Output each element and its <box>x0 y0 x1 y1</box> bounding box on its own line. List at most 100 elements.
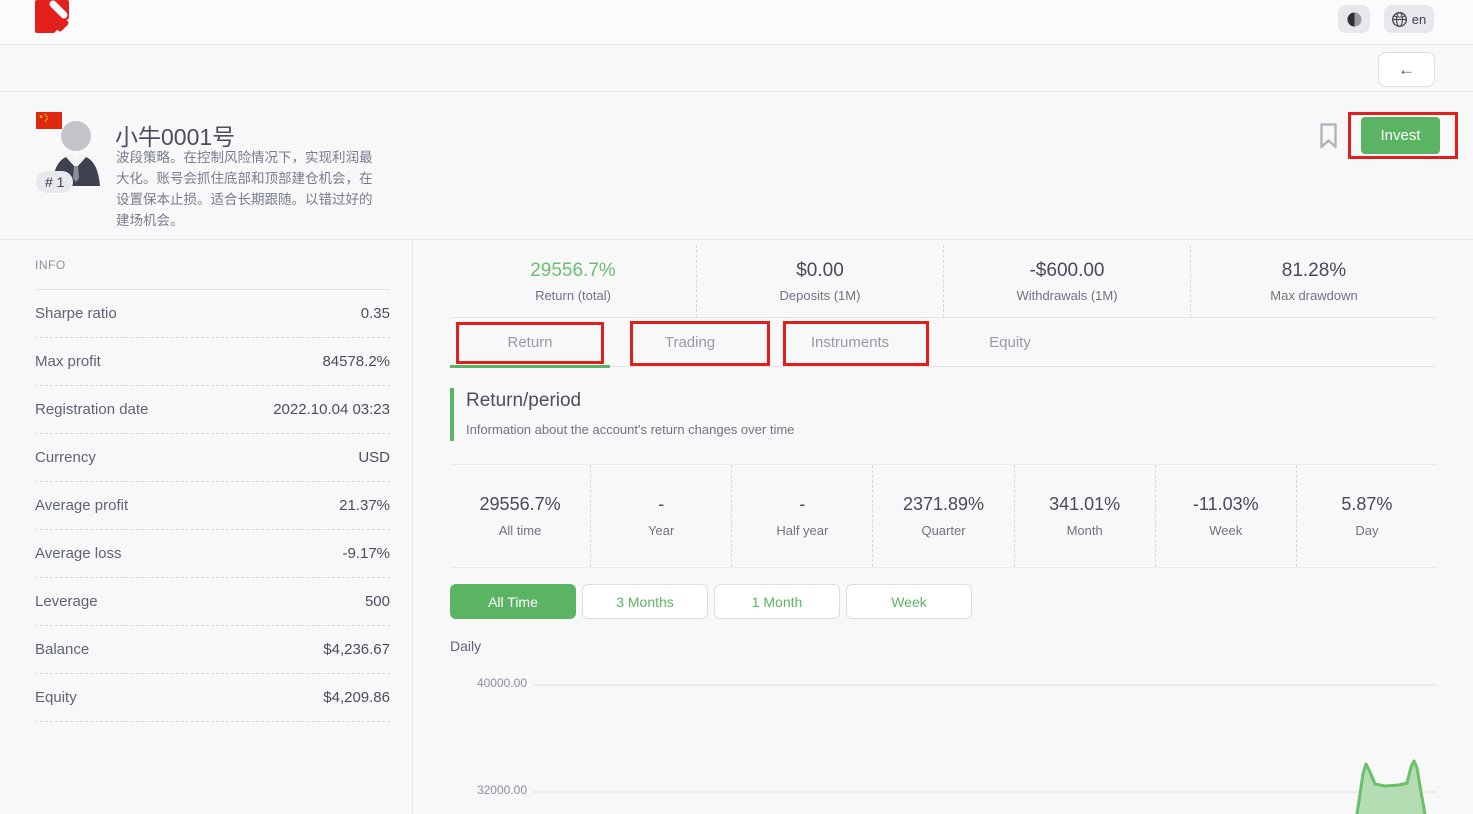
period-all-time: 29556.7% All time <box>450 465 590 567</box>
theme-contrast-icon <box>1347 12 1362 27</box>
period-label: Month <box>1067 523 1103 538</box>
period-value: 2371.89% <box>903 494 984 515</box>
period-quarter: 2371.89% Quarter <box>872 465 1013 567</box>
section-subtitle: Information about the account's return c… <box>466 422 794 437</box>
tab-instruments-annotation <box>783 321 929 366</box>
info-panel: INFO Sharpe ratio 0.35 Max profit 84578.… <box>0 240 413 814</box>
stat-value: -$600.00 <box>1029 260 1104 282</box>
bookmark-icon[interactable] <box>1319 123 1338 149</box>
tab-return-annotation <box>456 322 604 364</box>
period-label: Year <box>648 523 674 538</box>
gridline <box>533 684 1437 686</box>
chart-granularity-label: Daily <box>450 638 481 654</box>
stat-label: Deposits (1M) <box>780 288 861 303</box>
period-half-year: - Half year <box>731 465 872 567</box>
info-value: 21.37% <box>339 497 390 514</box>
china-flag-icon <box>36 112 62 129</box>
info-value: $4,209.86 <box>323 689 390 706</box>
period-label: All time <box>499 523 542 538</box>
top-bar: en <box>0 0 1473 45</box>
info-value: 2022.10.04 03:23 <box>273 401 390 418</box>
info-label: Registration date <box>35 401 148 418</box>
profile-header: # 1 小牛0001号 波段策略。在控制风险情况下，实现利润最大化。账号会抓住底… <box>0 92 1473 240</box>
page: en ← # 1 小牛0001号 波段策略。在控制风险情况下，实现利润最大化。账… <box>0 0 1473 814</box>
period-week: -11.03% Week <box>1155 465 1296 567</box>
stat-return-total: 29556.7% Return (total) <box>450 245 696 317</box>
account-description: 波段策略。在控制风险情况下，实现利润最大化。账号会抓住底部和顶部建仓机会，在设置… <box>116 148 380 232</box>
stat-value: $0.00 <box>796 260 844 282</box>
info-row-sharpe: Sharpe ratio 0.35 <box>35 290 390 338</box>
info-label: Average loss <box>35 545 121 562</box>
period-label: Week <box>1209 523 1242 538</box>
equity-curve-chart <box>1337 752 1473 814</box>
info-row-average-loss: Average loss -9.17% <box>35 530 390 578</box>
stat-max-drawdown: 81.28% Max drawdown <box>1190 245 1437 317</box>
period-value: -11.03% <box>1193 494 1259 515</box>
language-label: en <box>1412 12 1426 27</box>
info-label: Average profit <box>35 497 128 514</box>
info-label: Max profit <box>35 353 101 370</box>
info-row-registration-date: Registration date 2022.10.04 03:23 <box>35 386 390 434</box>
info-label: Balance <box>35 641 89 658</box>
stat-label: Withdrawals (1M) <box>1016 288 1117 303</box>
tab-equity[interactable]: Equity <box>930 318 1090 366</box>
y-axis-tick: 32000.00 <box>437 783 527 797</box>
period-month: 341.01% Month <box>1014 465 1155 567</box>
active-tab-underline <box>450 365 610 368</box>
period-label: Quarter <box>921 523 965 538</box>
info-row-balance: Balance $4,236.67 <box>35 626 390 674</box>
invest-annotation <box>1348 112 1458 159</box>
info-row-leverage: Leverage 500 <box>35 578 390 626</box>
return-period-section-header: Return/period Information about the acco… <box>450 388 794 441</box>
globe-icon <box>1392 12 1407 27</box>
period-value: - <box>658 494 664 515</box>
stat-label: Return (total) <box>535 288 611 303</box>
info-value: -9.17% <box>342 545 390 562</box>
range-week-button[interactable]: Week <box>846 584 972 619</box>
stat-label: Max drawdown <box>1270 288 1357 303</box>
info-row-max-profit: Max profit 84578.2% <box>35 338 390 386</box>
gridline-32000: 32000.00 <box>413 783 1437 799</box>
info-value: 0.35 <box>361 305 390 322</box>
tab-trading-annotation <box>630 321 770 366</box>
rank-badge: # 1 <box>36 171 73 193</box>
info-label: Currency <box>35 449 96 466</box>
y-axis-tick: 40000.00 <box>437 676 527 690</box>
info-row-average-profit: Average profit 21.37% <box>35 482 390 530</box>
period-value: 29556.7% <box>480 494 561 515</box>
info-label: Equity <box>35 689 77 706</box>
stat-withdrawals: -$600.00 Withdrawals (1M) <box>943 245 1190 317</box>
period-value: - <box>799 494 805 515</box>
toolbar-band: ← <box>0 45 1473 92</box>
stat-deposits: $0.00 Deposits (1M) <box>696 245 943 317</box>
period-day: 5.87% Day <box>1296 465 1437 567</box>
range-all-time-button[interactable]: All Time <box>450 584 576 619</box>
period-stats-row: 29556.7% All time - Year - Half year 237… <box>450 464 1437 568</box>
info-row-equity: Equity $4,209.86 <box>35 674 390 722</box>
info-value: $4,236.67 <box>323 641 390 658</box>
period-value: 341.01% <box>1049 494 1120 515</box>
range-filter-row: All Time 3 Months 1 Month Week <box>450 584 972 619</box>
info-label: Leverage <box>35 593 98 610</box>
info-row-currency: Currency USD <box>35 434 390 482</box>
language-selector[interactable]: en <box>1384 5 1434 33</box>
gridline <box>533 791 1437 793</box>
range-3-months-button[interactable]: 3 Months <box>582 584 708 619</box>
info-value: 84578.2% <box>322 353 390 370</box>
back-button[interactable]: ← <box>1378 52 1435 87</box>
stat-value: 81.28% <box>1282 260 1346 282</box>
tab-label: Equity <box>989 334 1031 351</box>
section-title: Return/period <box>466 390 794 412</box>
summary-stats-row: 29556.7% Return (total) $0.00 Deposits (… <box>450 245 1437 318</box>
theme-contrast-toggle[interactable] <box>1338 5 1370 33</box>
period-year: - Year <box>590 465 731 567</box>
range-1-month-button[interactable]: 1 Month <box>714 584 840 619</box>
period-value: 5.87% <box>1341 494 1392 515</box>
account-name: 小牛0001号 <box>115 118 235 152</box>
info-value: 500 <box>365 593 390 610</box>
brand-logo-icon[interactable] <box>35 0 69 33</box>
stat-value: 29556.7% <box>530 260 616 282</box>
info-value: USD <box>358 449 390 466</box>
period-label: Half year <box>776 523 828 538</box>
gridline-40000: 40000.00 <box>413 676 1437 692</box>
